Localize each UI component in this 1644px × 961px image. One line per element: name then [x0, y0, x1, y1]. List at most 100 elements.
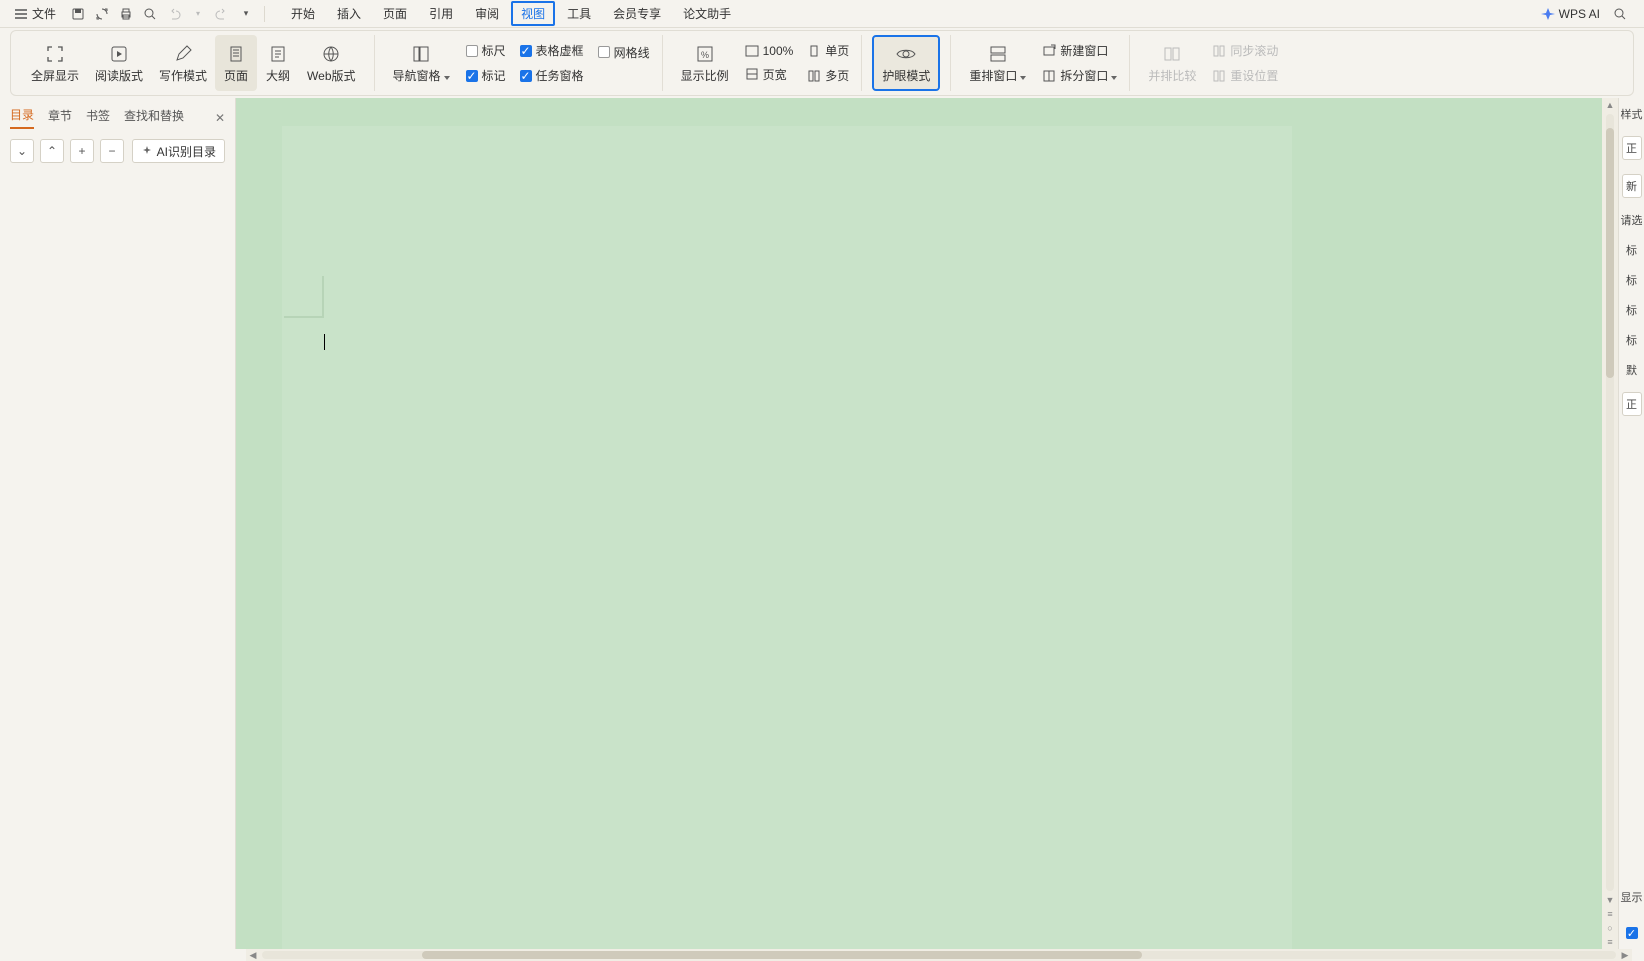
styles-header: 样式: [1621, 106, 1643, 122]
nav-close-icon[interactable]: ✕: [215, 111, 225, 125]
document-canvas[interactable]: ▲ ▼ ≡ ○ ≡: [236, 98, 1618, 949]
page-area[interactable]: [282, 126, 1292, 949]
group-window: 重排窗口 新建窗口 拆分窗口: [951, 35, 1130, 91]
reading-mode-button[interactable]: 阅读版式: [87, 35, 151, 91]
web-label: Web版式: [307, 67, 355, 84]
nav-tab-bookmark[interactable]: 书签: [86, 107, 110, 128]
page-label: 页面: [224, 67, 248, 84]
marks-checkbox[interactable]: ✓标记: [464, 66, 508, 85]
hscroll-track[interactable]: [262, 951, 1616, 959]
nav-pane-button[interactable]: 导航窗格: [385, 35, 458, 91]
search-icon[interactable]: [1612, 6, 1628, 22]
scroll-thumb[interactable]: [1606, 128, 1614, 378]
file-menu[interactable]: 文件: [8, 3, 62, 24]
split-window-button[interactable]: 拆分窗口: [1040, 66, 1119, 85]
qat-more-icon[interactable]: ▾: [238, 6, 254, 22]
sync-scroll-label: 同步滚动: [1230, 42, 1278, 59]
wps-ai-icon: [1541, 7, 1555, 21]
tab-tools[interactable]: 工具: [557, 1, 601, 26]
ruler-checkbox[interactable]: 标尺: [464, 41, 508, 60]
gridlines-checkbox[interactable]: 网格线: [596, 43, 652, 62]
undo-icon[interactable]: [166, 6, 182, 22]
ruler-label: 标尺: [482, 42, 506, 59]
multi-page-icon: [807, 69, 821, 83]
nav-remove-button[interactable]: −: [100, 139, 124, 163]
nav-expand-button[interactable]: ⌄: [10, 139, 34, 163]
eye-care-button[interactable]: 护眼模式: [872, 35, 940, 91]
marks-label: 标记: [482, 67, 506, 84]
zoom-button[interactable]: % 显示比例: [673, 35, 737, 91]
page-width-button[interactable]: 页宽: [743, 65, 796, 84]
arrange-button[interactable]: 重排窗口: [961, 35, 1034, 91]
nav-tab-toc[interactable]: 目录: [10, 106, 34, 129]
zoom-100-button[interactable]: 100%: [743, 43, 796, 59]
sync-scroll-icon: [1212, 44, 1226, 58]
prev-page-icon[interactable]: ≡: [1602, 907, 1618, 921]
outline-label: 大纲: [266, 67, 290, 84]
hscroll-thumb[interactable]: [422, 951, 1142, 959]
multi-page-button[interactable]: 多页: [805, 66, 851, 85]
nav-tabs: 目录 章节 书签 查找和替换 ✕: [0, 98, 235, 133]
nav-tab-chapter[interactable]: 章节: [48, 107, 72, 128]
group-show: 导航窗格 标尺 ✓标记 ✓表格虚框 ✓任务窗格 网格线 x: [375, 35, 663, 91]
ai-toc-button[interactable]: AI识别目录: [132, 139, 225, 163]
undo-dropdown-icon[interactable]: ▾: [190, 6, 206, 22]
group-eye-care: 护眼模式: [862, 35, 951, 91]
table-frame-label: 表格虚框: [536, 42, 584, 59]
style-item-normal[interactable]: 正: [1622, 136, 1642, 160]
style-list-4[interactable]: 标: [1626, 332, 1637, 348]
new-window-button[interactable]: 新建窗口: [1040, 41, 1119, 60]
minus-icon: −: [108, 144, 115, 158]
redo-icon[interactable]: [214, 6, 230, 22]
tab-review[interactable]: 审阅: [465, 1, 509, 26]
style-item-new[interactable]: 新: [1622, 174, 1642, 198]
web-layout-button[interactable]: Web版式: [299, 35, 363, 91]
style-list-3[interactable]: 标: [1626, 302, 1637, 318]
quick-access-toolbar: ▾ ▾: [70, 6, 265, 22]
vertical-scrollbar[interactable]: ▲ ▼ ≡ ○ ≡: [1602, 98, 1618, 949]
scroll-right-icon[interactable]: ▶: [1618, 950, 1632, 961]
sync-icon[interactable]: [94, 6, 110, 22]
tab-page[interactable]: 页面: [373, 1, 417, 26]
tab-member[interactable]: 会员专享: [603, 1, 671, 26]
nav-pane-label: 导航窗格: [393, 67, 450, 84]
print-preview-icon[interactable]: [142, 6, 158, 22]
fullscreen-button[interactable]: 全屏显示: [23, 35, 87, 91]
wps-ai-label: WPS AI: [1559, 7, 1600, 21]
page-icon: [225, 43, 247, 65]
print-icon[interactable]: [118, 6, 134, 22]
tab-view[interactable]: 视图: [511, 1, 555, 26]
svg-text:%: %: [701, 50, 709, 60]
nav-add-button[interactable]: +: [70, 139, 94, 163]
table-frame-checkbox[interactable]: ✓表格虚框: [518, 41, 586, 60]
scroll-down-icon[interactable]: ▼: [1602, 893, 1618, 907]
percent-icon: %: [694, 43, 716, 65]
wps-ai-button[interactable]: WPS AI: [1541, 7, 1600, 21]
outline-button[interactable]: 大纲: [257, 35, 299, 91]
styles-show-checkbox[interactable]: ✓: [1626, 927, 1638, 939]
side-by-side-button[interactable]: 并排比较: [1140, 35, 1204, 91]
style-list-6[interactable]: 正: [1622, 392, 1642, 416]
style-list-1[interactable]: 标: [1626, 242, 1637, 258]
style-list-5[interactable]: 默: [1626, 362, 1637, 378]
writing-mode-button[interactable]: 写作模式: [151, 35, 215, 91]
scroll-left-icon[interactable]: ◀: [246, 950, 260, 961]
tab-reference[interactable]: 引用: [419, 1, 463, 26]
page-layout-button[interactable]: 页面: [215, 35, 257, 91]
single-page-button[interactable]: 单页: [805, 41, 851, 60]
tab-insert[interactable]: 插入: [327, 1, 371, 26]
horizontal-scrollbar[interactable]: ◀ ▶: [246, 949, 1632, 961]
task-pane-checkbox[interactable]: ✓任务窗格: [518, 66, 586, 85]
scroll-up-icon[interactable]: ▲: [1602, 98, 1618, 112]
tab-start[interactable]: 开始: [281, 1, 325, 26]
scroll-track[interactable]: [1606, 114, 1614, 891]
reading-icon: [108, 43, 130, 65]
style-list-2[interactable]: 标: [1626, 272, 1637, 288]
nav-collapse-button[interactable]: ⌃: [40, 139, 64, 163]
reading-label: 阅读版式: [95, 67, 143, 84]
nav-tab-find-replace[interactable]: 查找和替换: [124, 107, 184, 128]
browse-object-icon[interactable]: ○: [1602, 921, 1618, 935]
save-icon[interactable]: [70, 6, 86, 22]
tab-thesis[interactable]: 论文助手: [673, 1, 741, 26]
next-page-icon[interactable]: ≡: [1602, 935, 1618, 949]
